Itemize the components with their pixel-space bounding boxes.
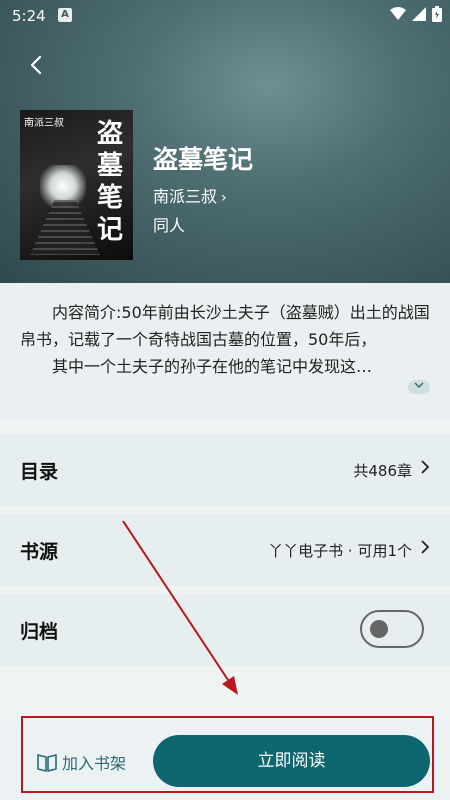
annotation-arrow (122, 520, 238, 695)
